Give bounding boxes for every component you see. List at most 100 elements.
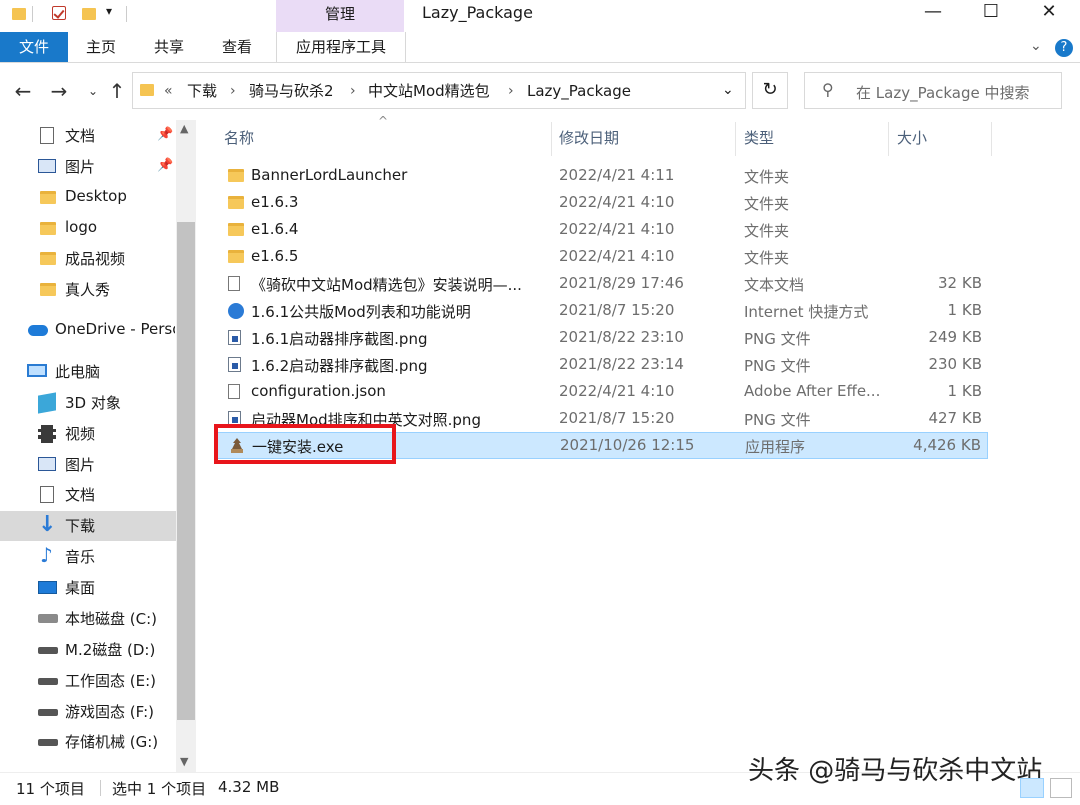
large-icons-view-icon[interactable] — [1050, 778, 1072, 798]
divider — [126, 6, 127, 22]
nav-label: 图片 — [65, 456, 96, 474]
nav-item-desktop-folder[interactable]: Desktop — [0, 183, 176, 213]
file-name: e1.6.5 — [251, 247, 299, 265]
recent-locations-icon[interactable]: ⌄ — [80, 77, 106, 105]
context-tab-manage[interactable]: 管理 — [276, 0, 404, 32]
file-row[interactable]: 1.6.1启动器排序截图.png 2021/8/22 23:10 PNG 文件 … — [216, 325, 988, 352]
file-row[interactable]: configuration.json 2022/4/21 4:10 Adobe … — [216, 379, 988, 406]
column-divider[interactable] — [551, 122, 552, 156]
tab-file[interactable]: 文件 — [0, 32, 68, 62]
nav-item-music[interactable]: ♪ 音乐 — [0, 542, 176, 572]
column-divider[interactable] — [991, 122, 992, 156]
column-header-type[interactable]: 类型 — [744, 122, 774, 154]
new-folder-icon[interactable] — [82, 8, 96, 20]
nav-item-pictures[interactable]: 图片 📌 — [0, 152, 176, 182]
column-header-date[interactable]: 修改日期 — [559, 122, 619, 154]
scroll-up-icon[interactable]: ▲ — [180, 122, 188, 135]
nav-item-pictures-pc[interactable]: 图片 — [0, 450, 176, 480]
address-dropdown-icon[interactable]: ⌄ — [722, 82, 734, 98]
file-row[interactable]: 《骑砍中文站Mod精选包》安装说明—... 2021/8/29 17:46 文本… — [216, 271, 988, 298]
tab-share[interactable]: 共享 — [154, 32, 184, 62]
pin-icon[interactable]: 📌 — [157, 127, 173, 142]
png-file-icon — [228, 330, 241, 345]
breadcrumb-mod-pack[interactable]: 中文站Mod精选包 — [368, 80, 490, 102]
nav-label: M.2磁盘 (D:) — [65, 641, 156, 659]
file-name: 1.6.1公共版Mod列表和功能说明 — [251, 303, 471, 321]
forward-button[interactable]: → — [46, 77, 72, 105]
nav-scroll-thumb[interactable] — [177, 222, 195, 720]
cloud-icon — [28, 325, 48, 336]
file-date: 2021/10/26 12:15 — [560, 436, 695, 454]
file-row[interactable]: e1.6.3 2022/4/21 4:10 文件夹 — [216, 190, 988, 217]
tab-home[interactable]: 主页 — [86, 32, 116, 62]
nav-item-drive-e[interactable]: 工作固态 (E:) — [0, 666, 176, 696]
column-header-name[interactable]: 名称 — [224, 122, 254, 154]
file-date: 2022/4/21 4:10 — [559, 382, 675, 400]
nav-label: 图片 — [65, 158, 96, 176]
status-selection: 选中 1 个项目 — [112, 780, 207, 798]
tab-view[interactable]: 查看 — [222, 32, 252, 62]
folder-icon — [40, 252, 56, 265]
details-view-icon[interactable] — [1020, 778, 1044, 798]
help-icon[interactable]: ? — [1055, 39, 1073, 57]
nav-item-finished-videos[interactable]: 成品视频 — [0, 244, 176, 274]
pin-icon[interactable]: 📌 — [157, 158, 173, 173]
nav-item-documents-pc[interactable]: 文档 — [0, 480, 176, 510]
breadcrumb-downloads[interactable]: 下载 — [187, 80, 217, 102]
column-divider[interactable] — [888, 122, 889, 156]
file-name: configuration.json — [251, 382, 386, 400]
file-row[interactable]: e1.6.5 2022/4/21 4:10 文件夹 — [216, 244, 988, 271]
file-type: 应用程序 — [745, 438, 806, 456]
nav-label: logo — [65, 218, 98, 236]
download-icon: ↓ — [38, 512, 57, 537]
file-size: 230 KB — [928, 355, 982, 373]
tab-application-tools[interactable]: 应用程序工具 — [276, 32, 406, 62]
nav-item-drive-g[interactable]: 存储机械 (G:) — [0, 727, 176, 757]
scroll-down-icon[interactable]: ▼ — [180, 755, 188, 768]
up-button[interactable]: ↑ — [104, 77, 130, 105]
nav-item-onedrive[interactable]: OneDrive - Perso — [0, 316, 176, 346]
file-row[interactable]: e1.6.4 2022/4/21 4:10 文件夹 — [216, 217, 988, 244]
file-row[interactable]: 1.6.2启动器排序截图.png 2021/8/22 23:14 PNG 文件 … — [216, 352, 988, 379]
nav-item-drive-c[interactable]: 本地磁盘 (C:) — [0, 604, 176, 634]
nav-item-documents[interactable]: 文档 📌 — [0, 121, 176, 151]
internet-shortcut-icon — [228, 303, 244, 319]
nav-label: Desktop — [65, 187, 127, 205]
nav-item-reality-show[interactable]: 真人秀 — [0, 275, 176, 305]
file-type: Adobe After Effe... — [744, 382, 881, 400]
properties-check-icon[interactable] — [52, 6, 66, 20]
maximize-button[interactable]: ☐ — [968, 0, 1014, 26]
drive-icon — [38, 739, 58, 746]
nav-item-drive-d[interactable]: M.2磁盘 (D:) — [0, 635, 176, 665]
file-date: 2021/8/22 23:14 — [559, 355, 684, 373]
breadcrumb-lazy-package[interactable]: Lazy_Package — [527, 80, 631, 102]
nav-item-desktop[interactable]: 桌面 — [0, 573, 176, 603]
nav-item-downloads[interactable]: ↓ 下载 — [0, 511, 176, 541]
quick-access-dropdown-icon[interactable]: ▾ — [106, 4, 112, 18]
nav-item-videos[interactable]: 视频 — [0, 419, 176, 449]
breadcrumb-separator: › — [350, 83, 356, 99]
close-button[interactable]: ✕ — [1026, 0, 1072, 26]
nav-item-this-pc[interactable]: 此电脑 — [0, 357, 176, 387]
nav-item-3d-objects[interactable]: 3D 对象 — [0, 388, 176, 418]
back-button[interactable]: ← — [10, 77, 36, 105]
view-switcher[interactable] — [1020, 778, 1074, 800]
refresh-button[interactable]: ↻ — [752, 72, 788, 109]
nav-item-drive-f[interactable]: 游戏固态 (F:) — [0, 697, 176, 727]
nav-item-logo[interactable]: logo — [0, 214, 176, 244]
file-date: 2021/8/7 15:20 — [559, 301, 675, 319]
3d-objects-icon — [38, 392, 56, 414]
file-name: e1.6.3 — [251, 193, 299, 211]
file-row[interactable]: 1.6.1公共版Mod列表和功能说明 2021/8/7 15:20 Intern… — [216, 298, 988, 325]
file-row[interactable]: BannerLordLauncher 2022/4/21 4:11 文件夹 — [216, 163, 988, 190]
folder-icon — [40, 191, 56, 204]
minimize-button[interactable]: — — [910, 0, 956, 26]
column-header-size[interactable]: 大小 — [897, 122, 927, 154]
column-divider[interactable] — [735, 122, 736, 156]
folder-icon — [40, 222, 56, 235]
breadcrumb-overflow[interactable]: « — [164, 80, 173, 102]
breadcrumb-bannerlord[interactable]: 骑马与砍杀2 — [249, 80, 334, 102]
ribbon-expand-icon[interactable]: ⌄ — [1030, 38, 1042, 54]
file-date: 2022/4/21 4:10 — [559, 220, 675, 238]
computer-icon — [27, 364, 47, 377]
